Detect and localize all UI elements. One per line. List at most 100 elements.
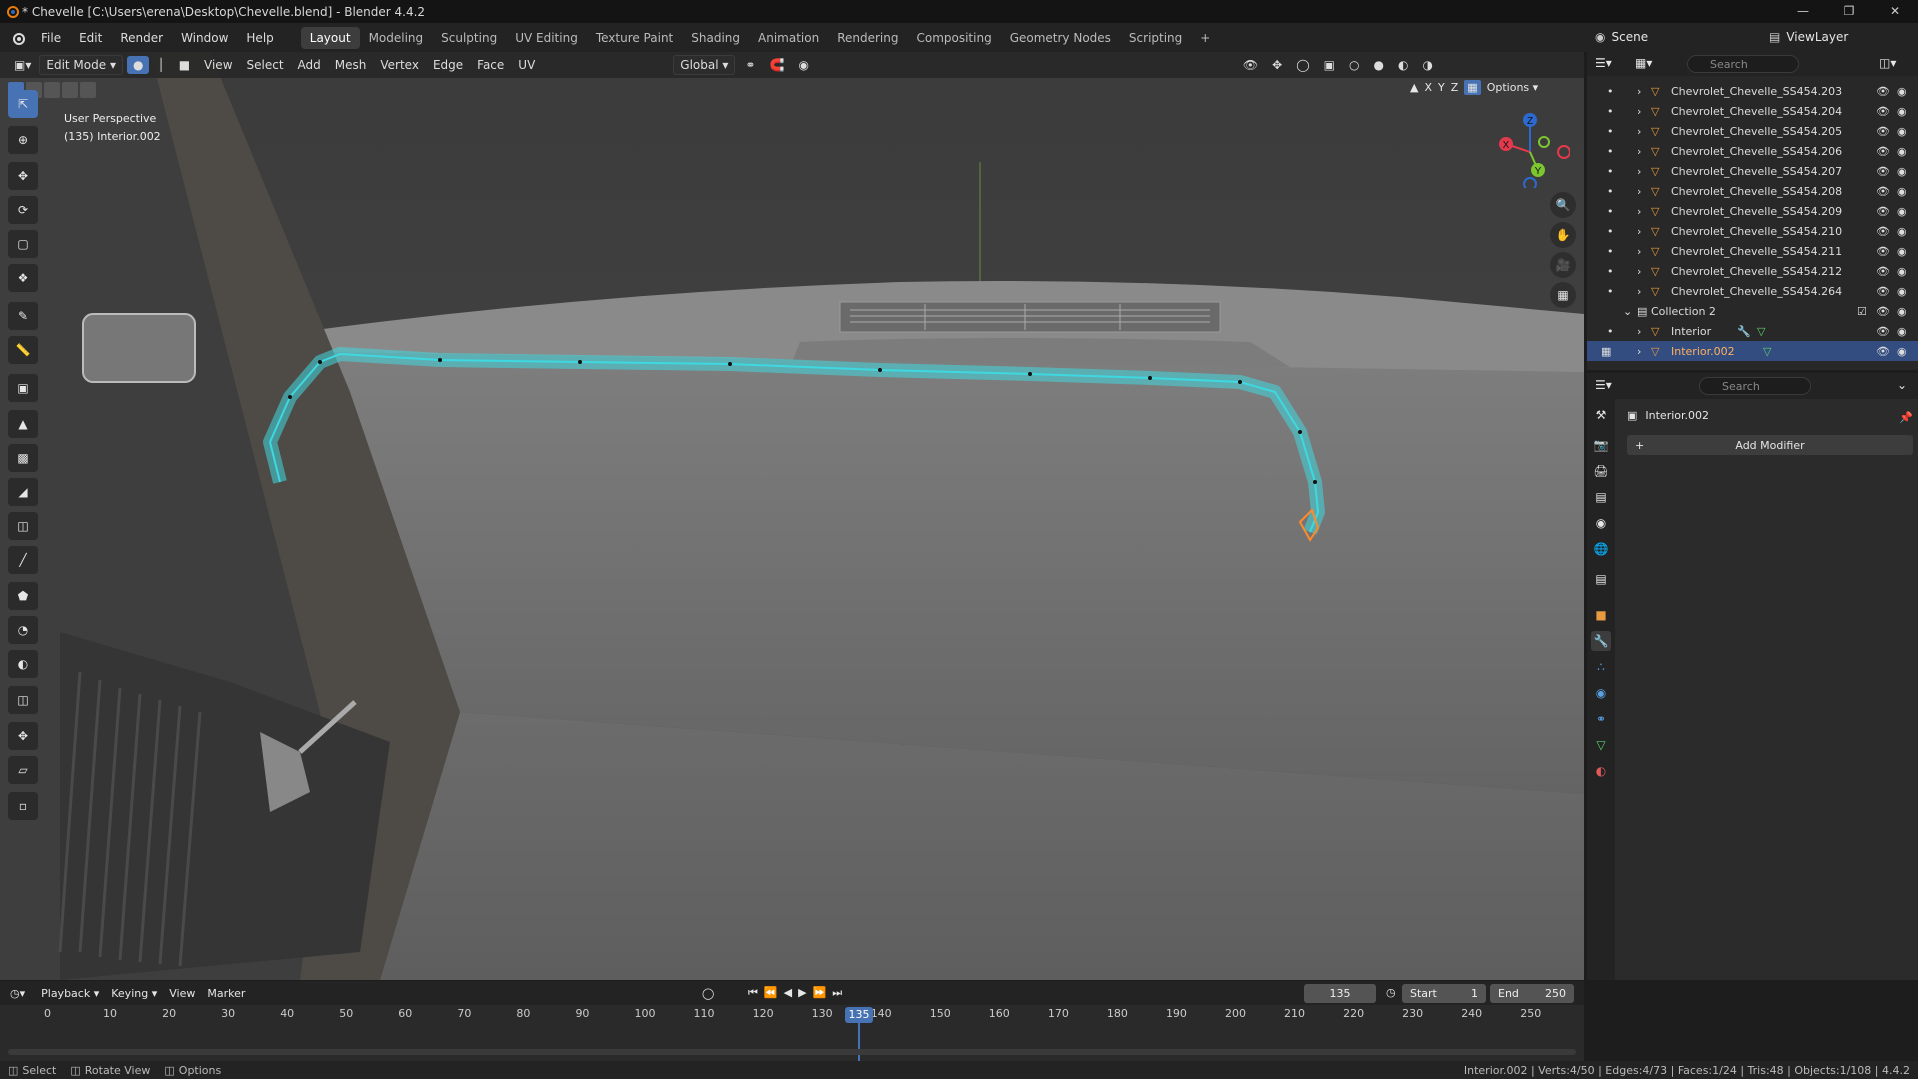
material-icon[interactable]: ◐ xyxy=(1591,761,1611,781)
navigation-gizmo[interactable]: Z X Y xyxy=(1490,108,1570,188)
camera-icon[interactable]: ◉ xyxy=(1897,85,1907,98)
select-box-tool-icon[interactable]: ⇱ xyxy=(8,90,38,118)
extrude-tool-icon[interactable]: ▲ xyxy=(8,410,38,438)
outliner-collection-row[interactable]: ⌄ ▤ Collection 2 ☑ 👁 ◉ xyxy=(1587,301,1918,321)
move-tool-icon[interactable]: ✥ xyxy=(8,162,38,190)
wireframe-shading-icon[interactable]: ○ xyxy=(1343,56,1365,74)
checkbox-icon[interactable]: ☑ xyxy=(1857,305,1867,318)
3d-viewport[interactable]: ▣▾ Edit Mode ▾ ● │ ■ View Select Add Mes… xyxy=(0,52,1584,980)
add-modifier-button[interactable]: + Add Modifier xyxy=(1627,435,1913,455)
transform-tool-icon[interactable]: ❖ xyxy=(8,264,38,292)
tab-compositing[interactable]: Compositing xyxy=(907,27,1000,49)
eye-icon[interactable]: 👁 xyxy=(1876,225,1890,238)
next-key-icon[interactable]: ⏩ xyxy=(813,986,833,999)
vertex-select-icon[interactable]: ● xyxy=(126,56,150,74)
eye-icon[interactable]: 👁 xyxy=(1876,265,1890,278)
chevron-right-icon[interactable]: › xyxy=(1637,245,1641,258)
tab-layout[interactable]: Layout xyxy=(300,26,360,49)
end-frame-field[interactable]: End 250 xyxy=(1490,984,1574,1003)
pin-icon[interactable]: 📌 xyxy=(1899,411,1913,424)
eye-icon[interactable]: 👁 xyxy=(1876,245,1890,258)
tab-texture-paint[interactable]: Texture Paint xyxy=(587,27,682,49)
preview-range-icon[interactable]: ◷ xyxy=(1386,986,1396,999)
display-mode-icon[interactable]: ▦▾ xyxy=(1635,56,1652,70)
eye-icon[interactable]: 👁 xyxy=(1876,205,1890,218)
select-invert-icon[interactable] xyxy=(62,82,78,98)
options-dropdown[interactable]: Options ▾ xyxy=(1487,81,1538,94)
visibility-icon[interactable]: 👁 xyxy=(1237,56,1264,74)
maximize-icon[interactable]: ❐ xyxy=(1826,0,1872,23)
auto-merge-icon[interactable]: ▦ xyxy=(1464,80,1481,95)
cursor-tool-icon[interactable]: ⊕ xyxy=(8,126,38,154)
jump-end-icon[interactable]: ⏭ xyxy=(832,986,848,999)
gizmo-icon[interactable]: ✥ xyxy=(1266,56,1288,74)
filter-icon[interactable]: ◫▾ xyxy=(1879,56,1896,70)
properties-editor-icon[interactable]: ☰▾ xyxy=(1595,378,1612,392)
eye-icon[interactable]: 👁 xyxy=(1876,345,1890,358)
tab-animation[interactable]: Animation xyxy=(749,27,828,49)
chevron-right-icon[interactable]: › xyxy=(1637,265,1641,278)
transform-orientation-dropdown[interactable]: Global ▾ xyxy=(673,55,736,75)
edit-mode-icon[interactable]: ▦ xyxy=(1601,345,1611,358)
frame-ruler[interactable]: 0 10 20 30 40 50 60 70 80 90 100 110 120 130 140 150 160… xyxy=(0,1007,1584,1025)
eye-icon[interactable]: 👁 xyxy=(1876,325,1890,338)
outliner-row[interactable]: • › ▽ Interior 🔧 ▽ 👁 ◉ xyxy=(1587,321,1918,341)
outliner-row[interactable]: • › ▽ Chevrolet_Chevelle_SS454.264 👁 ◉ xyxy=(1587,281,1918,301)
eye-icon[interactable]: 👁 xyxy=(1876,125,1890,138)
outliner-row[interactable]: • › ▽ Chevrolet_Chevelle_SS454.207 👁 ◉ xyxy=(1587,161,1918,181)
select-intersect-icon[interactable] xyxy=(80,82,96,98)
tool-settings-icon[interactable]: ⚒ xyxy=(1591,405,1611,425)
start-frame-field[interactable]: Start 1 xyxy=(1402,984,1486,1003)
jump-start-icon[interactable]: ⏮ xyxy=(748,986,764,999)
camera-icon[interactable]: ◉ xyxy=(1897,265,1907,278)
minimize-icon[interactable]: — xyxy=(1780,0,1826,23)
blender-menu-icon[interactable] xyxy=(10,31,26,45)
play-reverse-icon[interactable]: ◀ xyxy=(784,986,798,999)
outliner-row[interactable]: • › ▽ Chevrolet_Chevelle_SS454.210 👁 ◉ xyxy=(1587,221,1918,241)
tab-shading[interactable]: Shading xyxy=(682,27,749,49)
edge-select-icon[interactable]: │ xyxy=(151,56,170,74)
menu-window[interactable]: Window xyxy=(172,31,237,45)
tab-sculpting[interactable]: Sculpting xyxy=(432,27,506,49)
inset-tool-icon[interactable]: ▩ xyxy=(8,444,38,472)
spin-tool-icon[interactable]: ◔ xyxy=(8,616,38,644)
menu-edit[interactable]: Edit xyxy=(70,31,111,45)
outliner-row[interactable]: • › ▽ Chevrolet_Chevelle_SS454.208 👁 ◉ xyxy=(1587,181,1918,201)
view-layer-selector[interactable]: ▤ ViewLayer xyxy=(1765,27,1915,47)
tab-geometry-nodes[interactable]: Geometry Nodes xyxy=(1001,27,1120,49)
camera-icon[interactable]: ◉ xyxy=(1897,225,1907,238)
rip-tool-icon[interactable]: ▫ xyxy=(8,792,38,820)
object-icon[interactable]: ■ xyxy=(1591,605,1611,625)
world-icon[interactable]: 🌐 xyxy=(1591,539,1611,559)
annotate-tool-icon[interactable]: ✎ xyxy=(8,302,38,330)
menu-select[interactable]: Select xyxy=(241,56,290,74)
menu-keying[interactable]: Keying ▾ xyxy=(105,987,163,1000)
axis-z-toggle[interactable]: Z xyxy=(1451,81,1459,94)
chevron-right-icon[interactable]: › xyxy=(1637,205,1641,218)
record-icon[interactable]: ◯ xyxy=(702,987,714,1000)
shear-tool-icon[interactable]: ▱ xyxy=(8,756,38,784)
eye-icon[interactable]: 👁 xyxy=(1876,105,1890,118)
outliner-row[interactable]: • › ▽ Chevrolet_Chevelle_SS454.205 👁 ◉ xyxy=(1587,121,1918,141)
poly-build-tool-icon[interactable]: ⬟ xyxy=(8,582,38,610)
outliner-search[interactable]: Search xyxy=(1687,55,1799,73)
chevron-down-icon[interactable]: ⌄ xyxy=(1897,378,1907,392)
prev-key-icon[interactable]: ⏪ xyxy=(764,986,784,999)
rotate-tool-icon[interactable]: ⟳ xyxy=(8,196,38,224)
play-icon[interactable]: ▶ xyxy=(798,986,812,999)
add-cube-tool-icon[interactable]: ▣ xyxy=(8,374,38,402)
scene-icon[interactable]: ◉ xyxy=(1591,513,1611,533)
menu-edge[interactable]: Edge xyxy=(427,56,469,74)
chevron-right-icon[interactable]: › xyxy=(1637,285,1641,298)
perspective-toggle-icon[interactable]: ▦ xyxy=(1550,282,1576,308)
close-icon[interactable]: ✕ xyxy=(1872,0,1918,23)
mesh-data-icon[interactable]: ▽ xyxy=(1591,735,1611,755)
chevron-right-icon[interactable]: › xyxy=(1637,325,1641,338)
camera-icon[interactable]: ◉ xyxy=(1897,305,1907,318)
chevron-right-icon[interactable]: › xyxy=(1637,145,1641,158)
camera-icon[interactable]: ◉ xyxy=(1897,205,1907,218)
overlay-icon[interactable]: ◯ xyxy=(1290,56,1315,74)
chevron-right-icon[interactable]: › xyxy=(1637,125,1641,138)
loop-cut-tool-icon[interactable]: ◫ xyxy=(8,512,38,540)
editor-type-icon[interactable]: ▣▾ xyxy=(8,56,37,74)
